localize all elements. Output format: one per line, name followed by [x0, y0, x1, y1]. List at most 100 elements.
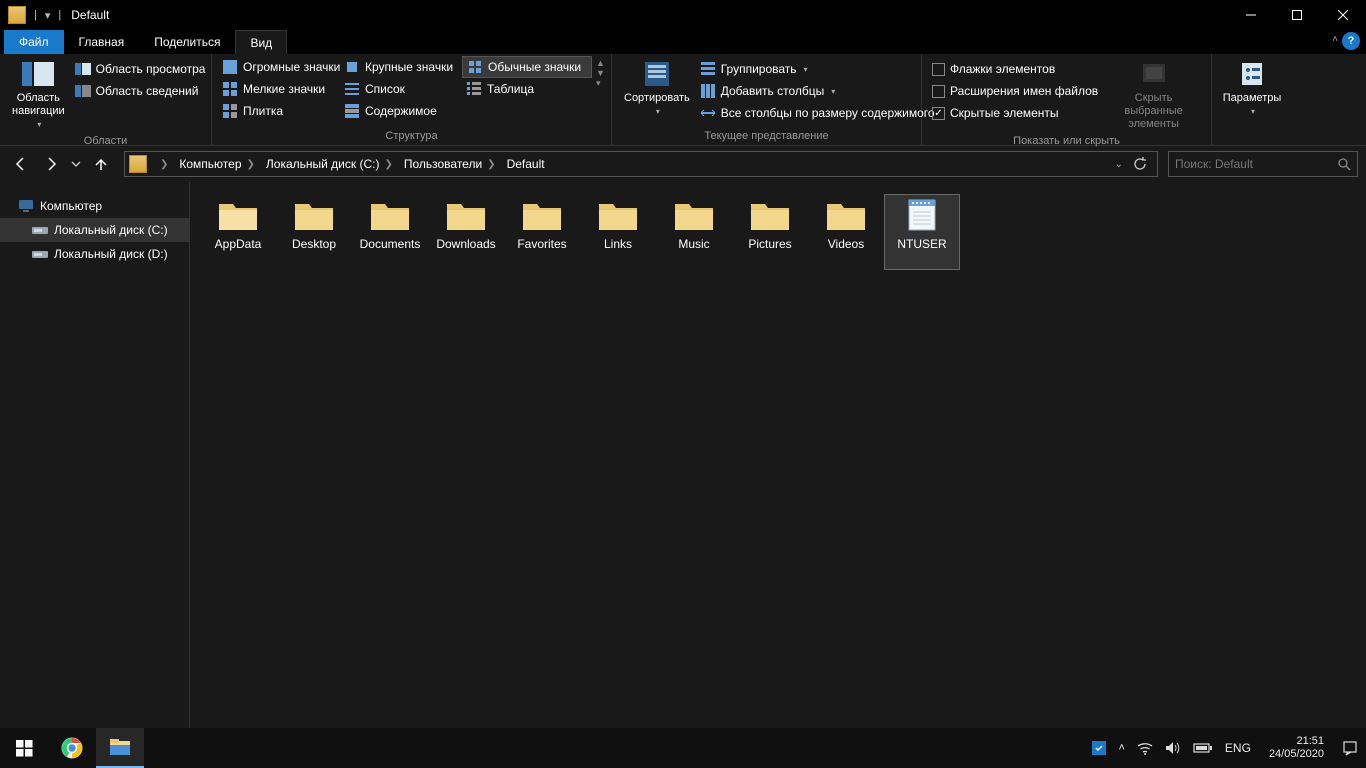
chevron-right-icon[interactable]: ❯: [482, 159, 500, 170]
layout-details-button[interactable]: Таблица: [462, 78, 592, 100]
title-bar: | ▾ | Default: [0, 0, 1366, 30]
volume-icon[interactable]: [1165, 741, 1181, 755]
taskbar-explorer[interactable]: [96, 728, 144, 768]
drive-icon: [32, 246, 48, 262]
layout-small-button[interactable]: Мелкие значки: [218, 78, 340, 100]
size-columns-button[interactable]: Все столбцы по размеру содержимого: [696, 102, 939, 124]
search-icon: [1337, 157, 1351, 171]
notepad-icon: [901, 197, 943, 233]
layout-xlarge-button[interactable]: Огромные значки: [218, 56, 340, 78]
details-icon: [466, 81, 482, 97]
ribbon-collapse-icon[interactable]: ˄: [1332, 34, 1338, 45]
file-item-label: Downloads: [436, 237, 495, 251]
file-item-label: Links: [604, 237, 632, 251]
chevron-right-icon[interactable]: ❯: [242, 159, 260, 170]
forward-button[interactable]: [38, 151, 64, 177]
hide-selected-button[interactable]: Скрыть выбранные элементы: [1102, 56, 1205, 133]
small-icons-icon: [222, 81, 238, 97]
folder-icon: [749, 197, 791, 233]
file-item-label: Favorites: [517, 237, 566, 251]
layout-content-button[interactable]: Содержимое: [340, 100, 462, 122]
back-button[interactable]: [8, 151, 34, 177]
layout-medium-button[interactable]: Обычные значки: [462, 56, 592, 78]
tree-node-drive-c[interactable]: Локальный диск (C:): [0, 218, 189, 242]
up-button[interactable]: [88, 151, 114, 177]
file-item[interactable]: Downloads: [428, 194, 504, 270]
file-item[interactable]: Favorites: [504, 194, 580, 270]
taskbar-chrome[interactable]: [48, 728, 96, 768]
address-bar[interactable]: ❯ Компьютер❯ Локальный диск (C:)❯ Пользо…: [124, 151, 1158, 177]
maximize-button[interactable]: [1274, 0, 1320, 30]
close-button[interactable]: [1320, 0, 1366, 30]
computer-icon: [18, 198, 34, 214]
help-button[interactable]: ?: [1342, 32, 1360, 50]
file-list[interactable]: AppData Desktop Documents Downloads Favorite…: [190, 182, 1366, 728]
search-box[interactable]: [1168, 151, 1358, 177]
tree-node-drive-d[interactable]: Локальный диск (D:): [0, 242, 189, 266]
group-by-button[interactable]: Группировать▾: [696, 58, 939, 80]
tab-file[interactable]: Файл: [4, 30, 64, 54]
options-icon: [1236, 58, 1268, 90]
xlarge-icons-icon: [222, 59, 238, 75]
layout-large-button[interactable]: Крупные значки: [340, 56, 462, 78]
start-button[interactable]: [0, 728, 48, 768]
tree-node-computer[interactable]: Компьютер: [0, 194, 189, 218]
ribbon-group-label: [1218, 128, 1286, 145]
breadcrumb-item[interactable]: Default: [505, 157, 547, 171]
add-columns-button[interactable]: Добавить столбцы▾: [696, 80, 939, 102]
breadcrumb-item[interactable]: Пользователи❯: [402, 157, 503, 171]
file-item[interactable]: Documents: [352, 194, 428, 270]
taskbar: ˄ ENG 21:51 24/05/2020: [0, 728, 1366, 768]
system-tray: ˄ ENG 21:51 24/05/2020: [1092, 735, 1366, 761]
notifications-icon[interactable]: [1342, 740, 1358, 756]
checkbox-hidden[interactable]: Скрытые элементы: [928, 102, 1102, 124]
search-input[interactable]: [1175, 157, 1337, 171]
file-item[interactable]: Pictures: [732, 194, 808, 270]
checkbox-item-boxes[interactable]: Флажки элементов: [928, 58, 1102, 80]
file-item[interactable]: Videos: [808, 194, 884, 270]
recent-locations-button[interactable]: [68, 151, 84, 177]
options-button[interactable]: Параметры▾: [1217, 56, 1288, 120]
folder-icon: [521, 197, 563, 233]
folder-icon: [293, 197, 335, 233]
file-item[interactable]: Links: [580, 194, 656, 270]
checkbox-extensions[interactable]: Расширения имен файлов: [928, 80, 1102, 102]
file-item[interactable]: AppData: [200, 194, 276, 270]
wifi-icon[interactable]: [1137, 741, 1153, 755]
add-columns-icon: [700, 83, 716, 99]
preview-pane-button[interactable]: Область просмотра: [71, 58, 210, 80]
sort-button[interactable]: Сортировать▾: [618, 56, 696, 120]
navigation-tree: Компьютер Локальный диск (C:) Локальный …: [0, 182, 190, 728]
layout-tiles-button[interactable]: Плитка: [218, 100, 340, 122]
layout-scroll-icon[interactable]: ▲▼▾: [592, 56, 605, 91]
tab-share[interactable]: Поделиться: [139, 30, 235, 54]
refresh-button[interactable]: [1133, 157, 1147, 171]
address-dropdown-icon[interactable]: ⌄: [1115, 159, 1123, 170]
large-icons-icon: [344, 59, 360, 75]
chevron-right-icon[interactable]: ❯: [379, 159, 397, 170]
minimize-button[interactable]: [1228, 0, 1274, 30]
tray-overflow-icon[interactable]: ˄: [1118, 742, 1124, 754]
battery-icon[interactable]: [1193, 742, 1213, 754]
details-pane-button[interactable]: Область сведений: [71, 80, 210, 102]
tab-view[interactable]: Вид: [235, 30, 287, 54]
list-icon: [344, 81, 360, 97]
layout-list-button[interactable]: Список: [340, 78, 462, 100]
details-pane-icon: [75, 83, 91, 99]
ribbon-group-label: Области: [6, 133, 205, 150]
tab-home[interactable]: Главная: [64, 30, 140, 54]
qat-sep-icon: |: [56, 9, 63, 21]
chevron-right-icon[interactable]: ❯: [155, 159, 173, 170]
file-item[interactable]: Music: [656, 194, 732, 270]
file-item-label: Desktop: [292, 237, 336, 251]
navigation-pane-button[interactable]: Область навигации▾: [6, 56, 71, 133]
clock[interactable]: 21:51 24/05/2020: [1263, 735, 1330, 761]
breadcrumb-item[interactable]: Компьютер❯: [177, 157, 262, 171]
tray-security-icon[interactable]: [1092, 741, 1106, 755]
breadcrumb-item[interactable]: Локальный диск (C:)❯: [264, 157, 400, 171]
language-indicator[interactable]: ENG: [1225, 741, 1251, 755]
qat-dropdown-icon[interactable]: ▾: [43, 9, 53, 22]
file-item[interactable]: Desktop: [276, 194, 352, 270]
group-icon: [700, 61, 716, 77]
file-item[interactable]: NTUSER: [884, 194, 960, 270]
